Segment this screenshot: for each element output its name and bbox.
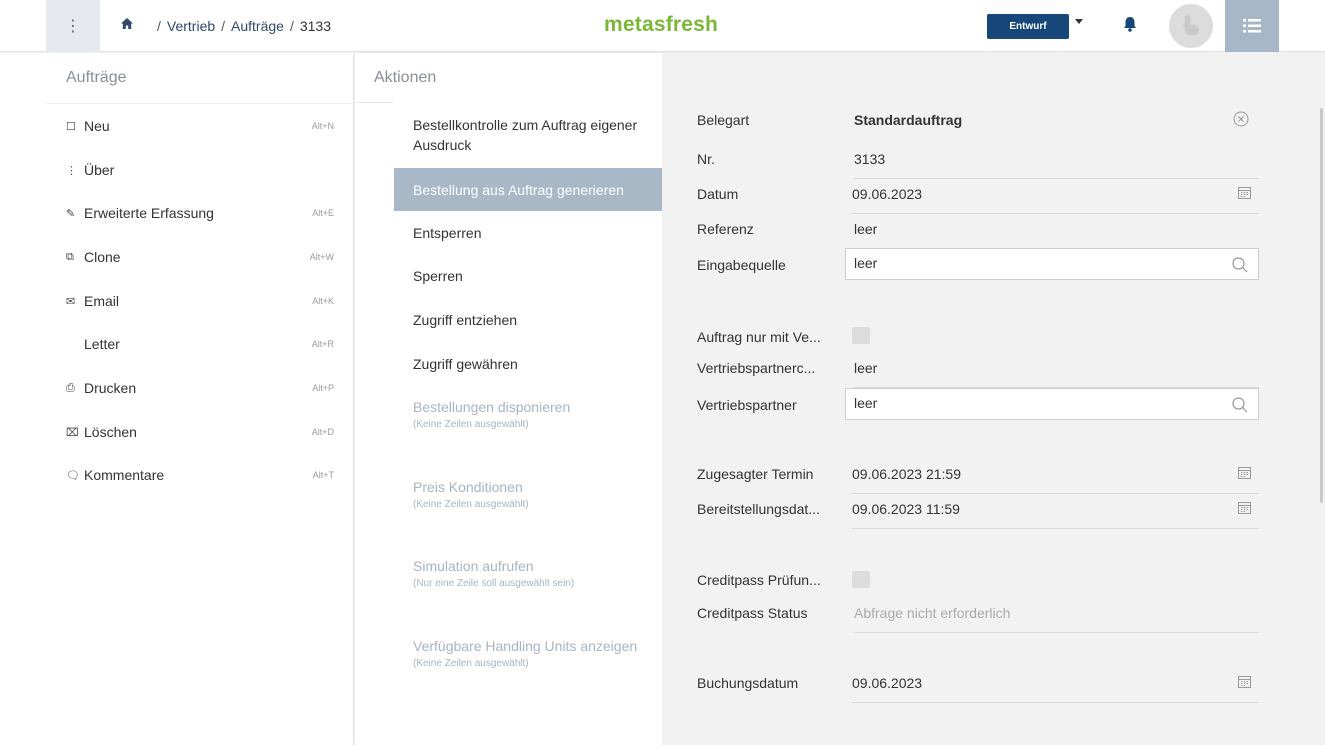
nr-value: 3133 (854, 149, 1259, 179)
clear-icon[interactable] (1233, 111, 1249, 127)
field-zugesagter-termin: Zugesagter Termin 09.06.2023 21:59 (697, 464, 1259, 500)
more-vertical-menu-button[interactable]: ⋮ (46, 0, 100, 52)
menu-item-kommentare[interactable]: 🗨 Kommentare Alt+T (66, 464, 336, 486)
calendar-icon[interactable] (1238, 501, 1251, 514)
action-item-disabled: Verfügbare Handling Units anzeigen (Kein… (413, 638, 638, 669)
field-eingabequelle: Eingabequelle leer (697, 248, 1259, 291)
menu-item-erweiterte-erfassung[interactable]: ✎ Erweiterte Erfassung Alt+E (66, 202, 336, 224)
vertriebspartnercode-input[interactable]: leer (854, 358, 1259, 388)
field-label: Datum (697, 186, 739, 202)
calendar-icon[interactable] (1238, 466, 1251, 479)
panel-title: Aufträge (66, 69, 127, 86)
creditpass-pruefung-checkbox[interactable] (852, 571, 870, 588)
caret-down-icon[interactable] (1075, 19, 1083, 24)
breadcrumb: / Vertrieb / Aufträge / 3133 (157, 18, 332, 34)
menu-item-ueber[interactable]: ⋮ Über (66, 159, 336, 181)
field-label: Eingabequelle (697, 257, 786, 273)
pencil-icon: ✎ (66, 207, 76, 220)
field-label: Vertriebspartnerc... (697, 360, 816, 376)
field-label: Nr. (697, 151, 715, 167)
more-vertical-icon: ⋮ (65, 18, 81, 35)
action-item-disabled: Preis Konditionen (Keine Zeilen ausgewäh… (413, 479, 529, 510)
document-icon: ☐ (66, 120, 76, 133)
calendar-icon[interactable] (1238, 675, 1251, 688)
delete-icon: ⌧ (66, 426, 79, 439)
field-vertriebspartner: Vertriebspartner leer (697, 388, 1259, 431)
field-buchungsdatum: Buchungsdatum 09.06.2023 (697, 673, 1259, 709)
bell-icon[interactable] (1122, 15, 1138, 33)
field-datum: Datum 09.06.2023 (697, 184, 1259, 220)
clone-icon: ⧉ (66, 250, 74, 263)
breadcrumb-item-current: 3133 (299, 18, 332, 34)
action-item[interactable]: Zugriff gewähren (394, 354, 662, 374)
eingabequelle-lookup[interactable]: leer (845, 248, 1259, 280)
action-item-disabled: Bestellungen disponieren (Keine Zeilen a… (413, 399, 571, 430)
action-item-active[interactable]: Bestellung aus Auftrag generieren (394, 168, 662, 211)
menu-item-drucken[interactable]: ⎙ Drucken Alt+P (66, 377, 336, 399)
printer-icon: ⎙ (66, 381, 75, 394)
search-icon[interactable] (1232, 397, 1248, 413)
belegart-value[interactable]: Standardauftrag (854, 110, 1259, 140)
field-label: Zugesagter Termin (697, 466, 814, 482)
email-icon: ✉ (66, 295, 76, 308)
field-label: Referenz (697, 221, 754, 237)
document-menu-panel: Aufträge ☐ Neu Alt+N ⋮ Über ✎ Erweiterte… (0, 53, 354, 745)
breadcrumb-item-vertrieb[interactable]: Vertrieb (167, 18, 215, 34)
actions-panel: Aktionen Bestellkontrolle zum Auftrag ei… (355, 53, 662, 745)
action-item[interactable]: Entsperren (394, 223, 662, 243)
action-item[interactable]: Sperren (394, 266, 662, 286)
bereitstellungsdatum-input[interactable]: 09.06.2023 11:59 (852, 499, 1259, 529)
side-list-button[interactable] (1225, 0, 1279, 52)
action-item[interactable]: Bestellkontrolle zum Auftrag eigener Aus… (394, 115, 644, 155)
creditpass-status-value: Abfrage nicht erforderlich (854, 603, 1259, 633)
vertriebspartner-lookup[interactable]: leer (845, 388, 1259, 420)
more-vertical-icon: ⋮ (66, 164, 77, 177)
field-label: Creditpass Status (697, 605, 808, 621)
app-logo: metasfresh (604, 13, 719, 36)
document-status-button[interactable]: Entwurf (987, 14, 1069, 39)
header: ⋮ / Vertrieb / Aufträge / 3133 metasfres… (0, 0, 1325, 52)
menu-item-email[interactable]: ✉ Email Alt+K (66, 290, 336, 312)
field-label: Auftrag nur mit Ve... (697, 329, 821, 345)
avatar[interactable] (1169, 4, 1213, 48)
auftrag-nur-checkbox[interactable] (852, 327, 870, 344)
field-label: Buchungsdatum (697, 675, 799, 691)
field-creditpass-pruefung: Creditpass Prüfun... (697, 570, 1259, 606)
menu-item-neu[interactable]: ☐ Neu Alt+N (66, 115, 336, 137)
field-nr: Nr. 3133 (697, 149, 1259, 185)
referenz-input[interactable]: leer (854, 219, 1259, 249)
search-icon[interactable] (1232, 257, 1248, 273)
field-creditpass-status: Creditpass Status Abfrage nicht erforder… (697, 603, 1259, 639)
field-label: Belegart (697, 112, 750, 128)
field-label: Vertriebspartner (697, 397, 797, 413)
datum-input[interactable]: 09.06.2023 (852, 184, 1259, 214)
calendar-icon[interactable] (1238, 186, 1251, 199)
buchungsdatum-input[interactable]: 09.06.2023 (852, 673, 1259, 703)
comment-icon: 🗨 (66, 469, 80, 482)
menu-item-letter[interactable]: Letter Alt+R (66, 333, 336, 355)
menu-item-loeschen[interactable]: ⌧ Löschen Alt+D (66, 421, 336, 443)
field-label: Creditpass Prüfun... (697, 572, 821, 588)
zugesagter-termin-input[interactable]: 09.06.2023 21:59 (852, 464, 1259, 494)
rabbit-icon (1183, 15, 1199, 36)
home-icon[interactable] (120, 17, 134, 31)
action-item-disabled: Simulation aufrufen (Nur eine Zeile soll… (413, 558, 575, 589)
breadcrumb-item-auftraege[interactable]: Aufträge (231, 18, 284, 34)
action-item[interactable]: Zugriff entziehen (394, 310, 662, 330)
list-icon (1243, 19, 1261, 33)
field-bereitstellungsdatum: Bereitstellungsdat... 09.06.2023 11:59 (697, 499, 1259, 535)
field-belegart: Belegart Standardauftrag (697, 110, 1259, 146)
field-label: Bereitstellungsdat... (697, 501, 820, 517)
actions-title: Aktionen (374, 69, 437, 86)
scrollbar[interactable] (1320, 108, 1323, 503)
menu-item-clone[interactable]: ⧉ Clone Alt+W (66, 246, 336, 268)
